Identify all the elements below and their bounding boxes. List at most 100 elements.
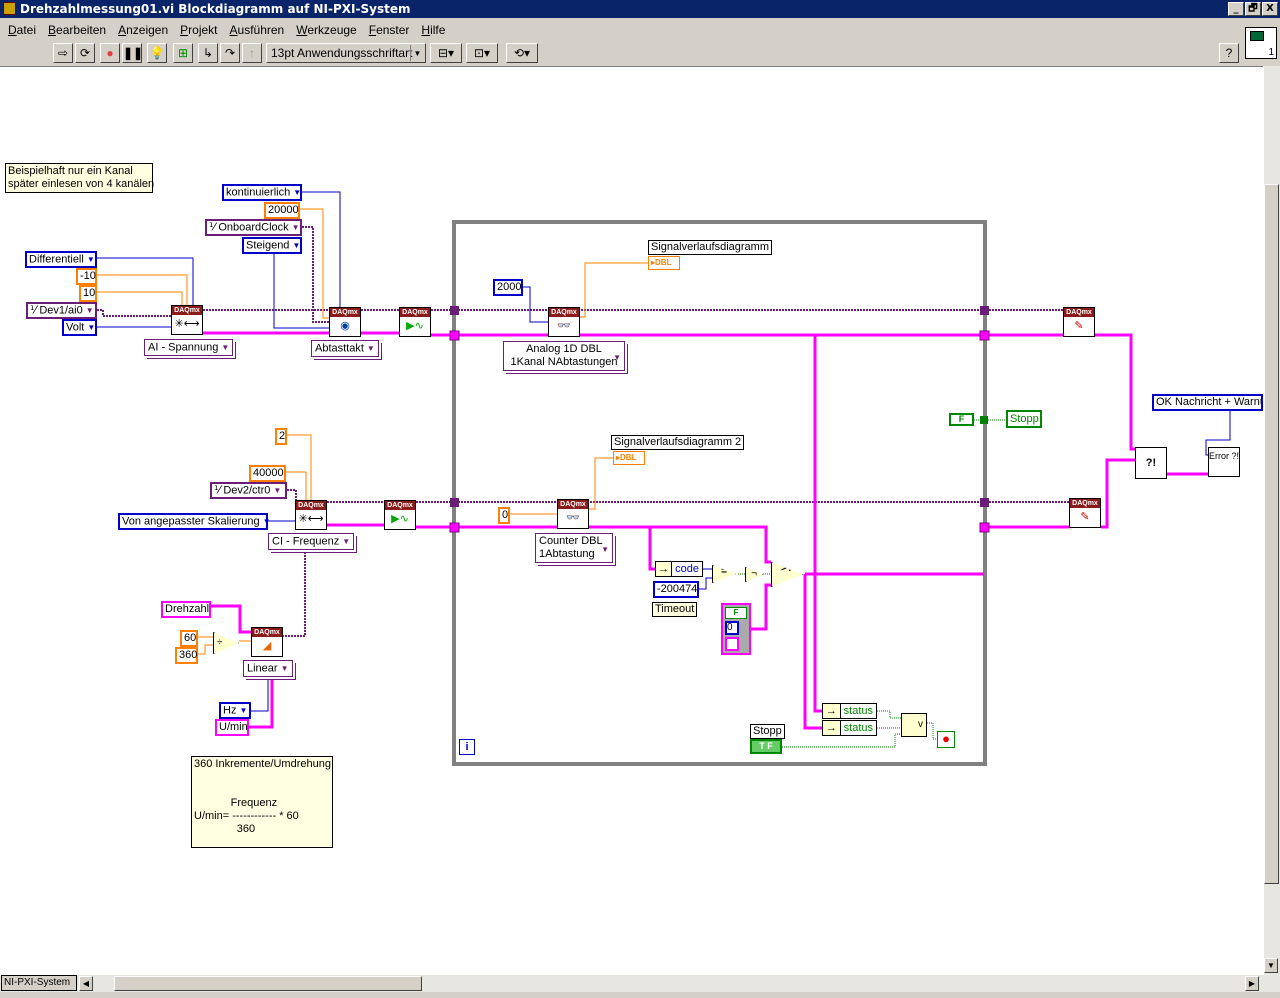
stop-button-terminal[interactable]: T F bbox=[750, 739, 782, 754]
io-icon: ⅟ bbox=[209, 221, 219, 234]
timing-type-selector[interactable]: Abtasttakt ▼ bbox=[311, 340, 379, 358]
chevron-down-icon: ▼ bbox=[87, 323, 96, 332]
counter-channel-constant[interactable]: ⅟ Dev2/ctr0 ▼ bbox=[210, 482, 287, 500]
arrow-icon: → bbox=[823, 721, 841, 735]
unbundle-status-2[interactable]: → status bbox=[822, 720, 877, 736]
daqmx-start-task-ci[interactable]: DAQmx ▶∿ bbox=[384, 500, 416, 530]
vertical-scroll-thumb[interactable] bbox=[1264, 184, 1279, 884]
status-field: status bbox=[843, 705, 873, 717]
simple-error-handler[interactable]: Error ?! bbox=[1208, 447, 1240, 477]
stopp-local-variable[interactable]: Stopp bbox=[1006, 410, 1042, 428]
active-edge-enum[interactable]: Steigend ▼ bbox=[242, 237, 302, 255]
horizontal-scroll-thumb[interactable] bbox=[114, 976, 422, 991]
max-frequency-constant[interactable]: 40000 bbox=[249, 465, 286, 482]
read-type-line1: Analog 1D DBL bbox=[526, 343, 602, 355]
iteration-terminal: i bbox=[459, 739, 475, 755]
edges-constant[interactable]: 2 bbox=[275, 428, 287, 445]
dialog-type-enum[interactable]: OK Nachricht + Warnu bbox=[1152, 394, 1263, 411]
chevron-down-icon: ▼ bbox=[366, 344, 375, 353]
error-tunnel bbox=[979, 330, 990, 341]
task-tunnel bbox=[450, 498, 459, 507]
read-type-selector-ai[interactable]: Analog 1D DBL 1Kanal NAbtastungen ▼ bbox=[503, 341, 625, 371]
false-constant[interactable]: F bbox=[949, 413, 974, 426]
error-cluster-constant[interactable]: F 0 bbox=[721, 603, 751, 655]
close-button[interactable]: X bbox=[1262, 2, 1278, 16]
chevron-down-icon: ▼ bbox=[273, 486, 282, 495]
ai-channel-type-selector[interactable]: AI - Spannung ▼ bbox=[144, 339, 234, 357]
daqmx-start-task-ai[interactable]: DAQmx ▶∿ bbox=[399, 307, 431, 337]
chevron-down-icon: ▼ bbox=[262, 517, 271, 526]
scaled-units-constant[interactable]: U/min bbox=[215, 719, 249, 736]
timing-type-value: Abtasttakt bbox=[315, 342, 364, 355]
daqmx-clear-task-ai[interactable]: DAQmx ✎ bbox=[1063, 307, 1095, 337]
chevron-down-icon: ▼ bbox=[86, 255, 95, 264]
chevron-down-icon: ▼ bbox=[280, 664, 289, 673]
counter-units-value: Von angepasster Skalierung bbox=[122, 515, 260, 528]
daqmx-header: DAQmx bbox=[385, 501, 415, 510]
unbundle-status-1[interactable]: → status bbox=[822, 703, 877, 719]
read-type-selector-ci[interactable]: Counter DBL 1Abtastung ▼ bbox=[535, 533, 613, 563]
application-instance-selector[interactable]: NI-PXI-System bbox=[1, 975, 77, 991]
chart-2-label: Signalverlaufsdiagramm 2 bbox=[611, 435, 745, 450]
daqmx-create-scale[interactable]: DAQmx ◢ bbox=[251, 627, 283, 657]
min-value-constant[interactable]: -10 bbox=[76, 268, 97, 285]
io-icon: ⅟ bbox=[214, 484, 224, 497]
compound-or-function[interactable]: v bbox=[901, 713, 927, 737]
read-glasses-icon: 👓 bbox=[566, 512, 580, 524]
arrow-icon: → bbox=[823, 704, 841, 718]
start-play-icon: ▶∿ bbox=[406, 320, 424, 332]
linear-scale-icon: ◢ bbox=[262, 640, 272, 652]
max-value-constant[interactable]: 10 bbox=[79, 285, 97, 302]
clock-source-value: OnboardClock bbox=[218, 221, 289, 234]
error-code-constant[interactable]: -200474 bbox=[653, 581, 699, 598]
slope-denominator-constant[interactable]: 360 bbox=[175, 647, 198, 664]
prescaled-units-enum[interactable]: Hz ▼ bbox=[219, 702, 251, 720]
daqmx-header: DAQmx bbox=[330, 308, 360, 317]
scroll-left-icon[interactable]: ◀ bbox=[79, 976, 93, 991]
scroll-right-icon[interactable]: ▶ bbox=[1245, 976, 1259, 991]
code-number: 0 bbox=[725, 621, 739, 635]
clock-source-constant[interactable]: ⅟ OnboardClock ▼ bbox=[205, 219, 302, 237]
waveform-chart-2-terminal[interactable]: ▸DBL bbox=[613, 451, 645, 465]
loop-stop-condition-icon[interactable]: ● bbox=[937, 731, 955, 748]
bool-tunnel bbox=[980, 416, 988, 424]
scale-name-constant[interactable]: Drehzahl bbox=[161, 601, 211, 618]
units-enum[interactable]: Volt ▼ bbox=[62, 319, 97, 337]
read-type-line2: 1Abtastung bbox=[539, 548, 595, 560]
wires-layer bbox=[97, 191, 1231, 766]
ci-channel-type-selector[interactable]: CI - Frequenz ▼ bbox=[268, 533, 355, 551]
counter-channel-value: Dev2/ctr0 bbox=[223, 484, 271, 497]
scale-type-selector[interactable]: Linear ▼ bbox=[243, 660, 293, 678]
terminal-config-enum[interactable]: Differentiell ▼ bbox=[25, 251, 97, 269]
merge-errors-function[interactable]: ?! bbox=[1135, 447, 1167, 479]
timeout-constant[interactable]: 0 bbox=[498, 507, 510, 524]
daqmx-create-channel-ci[interactable]: DAQmx ✳⟷ bbox=[295, 500, 327, 530]
physical-channel-constant[interactable]: ⅟ Dev1/ai0 ▼ bbox=[26, 302, 97, 320]
arrow-icon: → bbox=[656, 562, 673, 576]
task-tunnel bbox=[980, 306, 989, 315]
chart-type: DBL bbox=[655, 258, 672, 267]
start-play-icon: ▶∿ bbox=[391, 513, 409, 525]
samples-per-channel-constant[interactable]: 2000 bbox=[493, 279, 523, 296]
code-field: code bbox=[675, 563, 699, 575]
read-glasses-icon: 👓 bbox=[557, 320, 571, 332]
unbundle-code[interactable]: → code bbox=[655, 561, 703, 577]
counter-units-enum[interactable]: Von angepasster Skalierung ▼ bbox=[118, 513, 271, 531]
daqmx-timing[interactable]: DAQmx ◉ bbox=[329, 307, 361, 337]
daqmx-read-ai[interactable]: DAQmx 👓 bbox=[548, 307, 580, 337]
waveform-chart-terminal[interactable]: ▸DBL bbox=[648, 256, 680, 270]
scroll-down-icon[interactable]: ▼ bbox=[1264, 958, 1278, 973]
daqmx-read-ci[interactable]: DAQmx 👓 bbox=[557, 499, 589, 529]
prescaled-value: Hz bbox=[223, 704, 237, 717]
sample-mode-enum[interactable]: kontinuierlich ▼ bbox=[222, 184, 302, 202]
clock-icon: ◉ bbox=[340, 320, 350, 332]
daqmx-clear-task-ci[interactable]: DAQmx ✎ bbox=[1069, 498, 1101, 528]
slope-numerator-constant[interactable]: 60 bbox=[180, 630, 198, 647]
daqmx-create-channel-ai[interactable]: DAQmx ✳⟷ bbox=[171, 305, 203, 335]
rate-constant[interactable]: 20000 bbox=[264, 202, 300, 219]
daqmx-header: DAQmx bbox=[558, 500, 588, 509]
while-loop-border bbox=[452, 220, 987, 766]
clear-eraser-icon: ✎ bbox=[1080, 511, 1090, 523]
stop-button-label: Stopp bbox=[750, 724, 785, 739]
clear-eraser-icon: ✎ bbox=[1074, 320, 1084, 332]
